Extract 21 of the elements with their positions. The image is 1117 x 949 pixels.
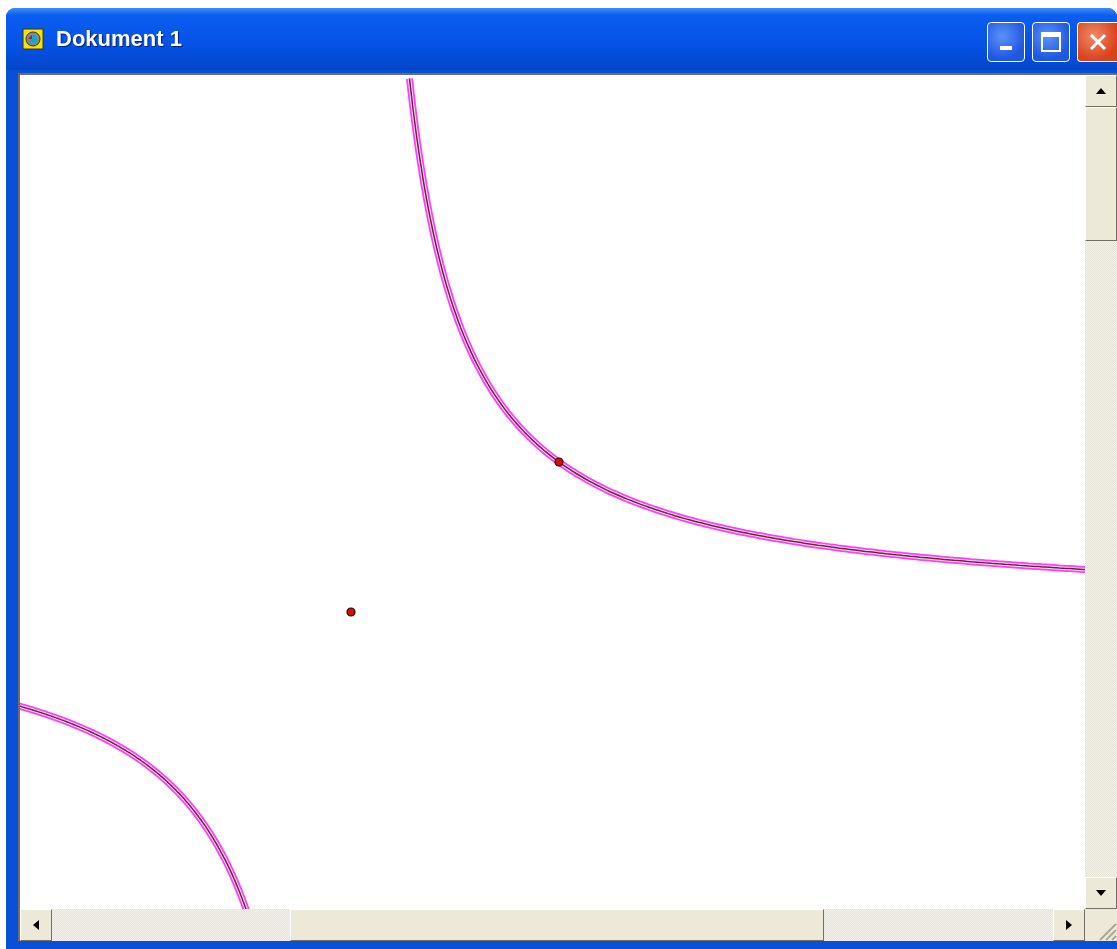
- minimize-button[interactable]: [987, 22, 1025, 62]
- scrollbar-thumb[interactable]: [290, 909, 824, 941]
- right-arrow-icon: [1065, 919, 1073, 931]
- scrollbar-thumb[interactable]: [1085, 107, 1117, 241]
- scroll-up-button[interactable]: [1085, 75, 1117, 107]
- close-button[interactable]: [1077, 22, 1117, 62]
- horizontal-scrollbar[interactable]: [20, 909, 1085, 941]
- point-marker: [554, 457, 564, 467]
- scroll-left-button[interactable]: [20, 909, 52, 941]
- down-arrow-icon: [1095, 889, 1107, 897]
- vertical-scrollbar[interactable]: [1085, 75, 1117, 909]
- up-arrow-icon: [1095, 87, 1107, 95]
- scroll-right-button[interactable]: [1053, 909, 1085, 941]
- minimize-icon: [1000, 46, 1012, 50]
- window-title: Dokument 1: [56, 26, 183, 52]
- left-arrow-icon: [32, 919, 40, 931]
- point-marker: [346, 607, 356, 617]
- app-icon: [22, 28, 44, 50]
- maximize-button[interactable]: [1032, 22, 1070, 62]
- maximize-icon: [1040, 31, 1062, 53]
- scroll-down-button[interactable]: [1085, 877, 1117, 909]
